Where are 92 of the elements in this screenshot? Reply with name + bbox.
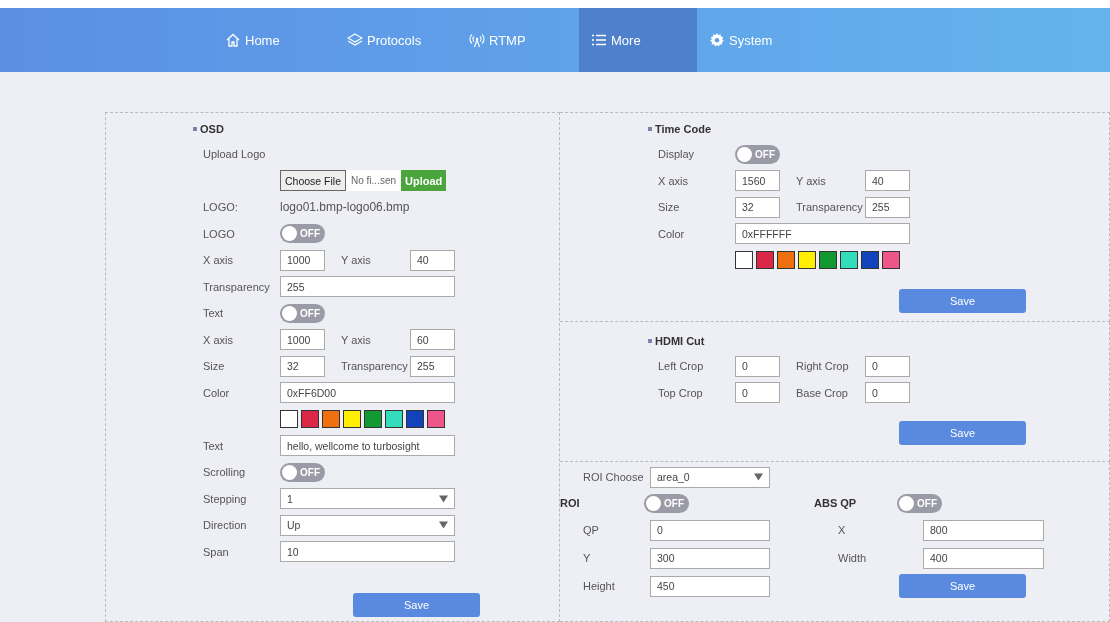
dropdown[interactable]: Up [280, 514, 455, 536]
section-title: HDMI Cut [648, 329, 1109, 353]
field-label: X axis [658, 174, 689, 187]
field-label: Color [203, 386, 231, 399]
color-swatch[interactable] [427, 410, 445, 429]
field-label: QP [583, 524, 600, 536]
color-swatch[interactable] [301, 410, 319, 429]
color-swatch[interactable] [777, 251, 795, 270]
field-label: Text [203, 439, 225, 452]
input-field[interactable]: 32 [280, 355, 325, 377]
color-swatch[interactable] [840, 251, 858, 270]
input-field[interactable]: 0 [735, 382, 780, 404]
field-label: Top Crop [658, 386, 704, 399]
input-field[interactable]: 0 [650, 519, 770, 541]
color-swatch[interactable] [735, 251, 753, 270]
color-swatch[interactable] [364, 410, 382, 429]
color-swatch[interactable] [406, 410, 424, 429]
input-field[interactable]: 0 [865, 382, 910, 404]
choose-file-button[interactable]: Choose File [280, 170, 347, 192]
input-field[interactable]: 300 [650, 547, 770, 569]
field-label: Height [583, 580, 616, 592]
field-label: Left Crop [658, 360, 705, 373]
field-label: Direction [203, 519, 248, 532]
field-label: Span [203, 545, 230, 558]
field-label: Upload Logo [203, 148, 267, 161]
field-label: Transparency [796, 201, 864, 214]
color-swatch[interactable] [861, 251, 879, 270]
color-swatch[interactable] [882, 251, 900, 270]
field-label: Transparency [341, 360, 409, 373]
field-label: Color [658, 227, 686, 240]
color-swatch[interactable] [280, 410, 298, 429]
field-label: Stepping [203, 492, 248, 505]
file-name: No fi...sen [346, 170, 402, 192]
input-field[interactable]: 800 [923, 519, 1044, 541]
input-field[interactable]: 40 [410, 249, 455, 271]
field-label: Size [658, 201, 681, 214]
field-label: ROI Choose [583, 471, 645, 483]
input-field[interactable]: 60 [410, 329, 455, 351]
nav-tab[interactable]: More [579, 8, 697, 72]
field-label: LOGO: [203, 201, 239, 214]
field-label: Y [583, 552, 592, 564]
caret-icon [439, 521, 448, 530]
input-field[interactable]: 0xFF6D00 [280, 382, 455, 404]
input-field[interactable]: 450 [650, 575, 770, 597]
field-value: logo01.bmp-logo06.bmp [280, 200, 411, 215]
input-field[interactable]: 1000 [280, 249, 325, 271]
input-field[interactable]: 10 [280, 541, 455, 563]
field-label: Size [203, 360, 226, 373]
field-label: X axis [203, 333, 234, 346]
input-field[interactable]: 255 [280, 276, 455, 298]
input-field[interactable]: 0xFFFFFF [735, 223, 910, 245]
field-label: Right Crop [796, 360, 850, 373]
field-label: Width [837, 552, 867, 564]
menu-icon [591, 32, 607, 48]
field-label: Y axis [341, 333, 372, 346]
input-field[interactable]: 40 [865, 170, 910, 192]
settings-icon [709, 32, 725, 48]
caret-icon [439, 494, 448, 503]
field-label: Base Crop [796, 386, 849, 399]
color-swatch[interactable] [343, 410, 361, 429]
input-field[interactable]: 32 [735, 196, 780, 218]
antenna-icon [469, 32, 485, 48]
color-swatch[interactable] [819, 251, 837, 270]
field-label: Y axis [796, 174, 827, 187]
field-label: X [837, 524, 846, 536]
input-field[interactable]: 0 [735, 355, 780, 377]
field-label: Display [658, 148, 696, 161]
input-field[interactable]: 0 [865, 355, 910, 377]
input-field[interactable]: 255 [865, 196, 910, 218]
field-label: Scrolling [203, 466, 247, 479]
input-field[interactable]: hello, wellcome to turbosight [280, 435, 455, 457]
home-icon [225, 32, 241, 48]
caret-icon [754, 473, 763, 481]
input-field[interactable]: 1560 [735, 170, 780, 192]
color-swatch[interactable] [756, 251, 774, 270]
dropdown[interactable]: 1 [280, 488, 455, 510]
section-title: Time Code [648, 117, 1109, 141]
section-title: ROI [560, 497, 581, 509]
color-swatch[interactable] [385, 410, 403, 429]
field-label: LOGO [203, 227, 236, 240]
input-field[interactable]: 400 [923, 547, 1044, 569]
field-label: Transparency [203, 280, 271, 293]
color-swatch[interactable] [798, 251, 816, 270]
section-title: OSD [193, 117, 559, 141]
field-label: Y axis [341, 254, 372, 267]
color-swatch[interactable] [322, 410, 340, 429]
layers-icon [347, 32, 363, 48]
field-label: Text [203, 307, 225, 320]
dropdown[interactable]: area_0 [650, 466, 770, 488]
field-label: X axis [203, 254, 234, 267]
input-field[interactable]: 1000 [280, 329, 325, 351]
input-field[interactable]: 255 [410, 355, 455, 377]
